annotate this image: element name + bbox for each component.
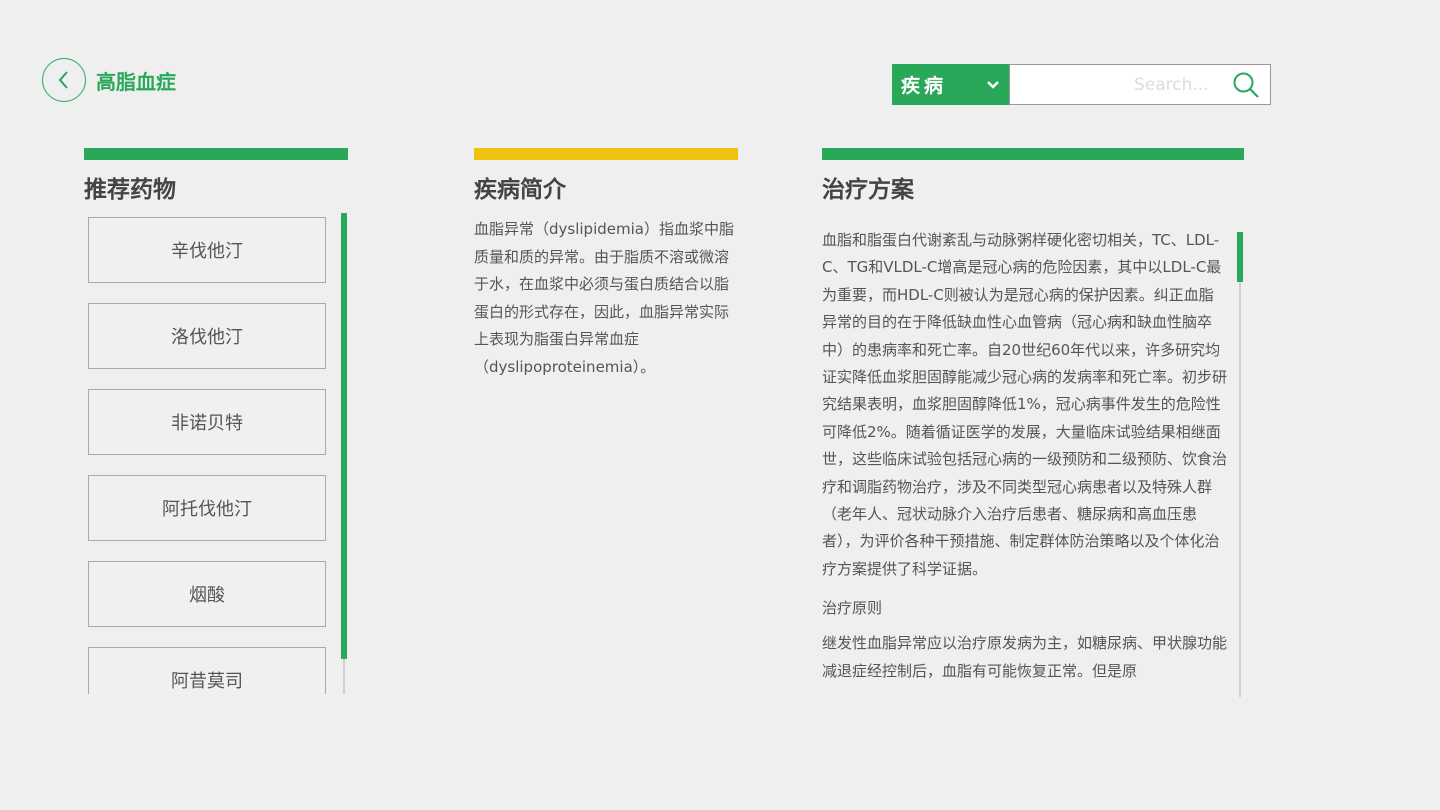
drug-item-atorvastatin[interactable]: 阿托伐他汀: [88, 475, 326, 541]
treatment-subheading: 治疗原则: [822, 599, 883, 618]
search-icon[interactable]: [1232, 71, 1260, 103]
drugs-title: 推荐药物: [84, 177, 176, 203]
page-header: 高脂血症: [42, 58, 176, 102]
intro-title: 疾病简介: [474, 177, 566, 203]
intro-text: 血脂异常（dyslipidemia）指血浆中脂质量和质的异常。由于脂质不溶或微溶…: [474, 220, 734, 376]
treatment-accent-bar: [822, 148, 1244, 160]
chevron-left-icon: [58, 71, 68, 89]
drug-list: 辛伐他汀 洛伐他汀 非诺贝特 阿托伐他汀 烟酸 阿昔莫司: [88, 217, 326, 694]
drug-item-fenofibrate[interactable]: 非诺贝特: [88, 389, 326, 455]
intro-accent-bar: [474, 148, 738, 160]
search-input[interactable]: [1010, 65, 1220, 104]
category-label: 疾病: [901, 75, 948, 97]
drug-item-niacin[interactable]: 烟酸: [88, 561, 326, 627]
page-title: 高脂血症: [96, 69, 176, 94]
search-box: [1009, 64, 1271, 105]
treatment-title: 治疗方案: [822, 177, 914, 203]
treatment-scroll-thumb[interactable]: [1237, 232, 1243, 282]
treatment-content: 血脂和脂蛋白代谢紊乱与动脉粥样硬化密切相关，TC、LDL-C、TG和VLDL-C…: [822, 227, 1227, 697]
drugs-accent-bar: [84, 148, 348, 160]
category-dropdown[interactable]: 疾病: [892, 64, 1009, 105]
back-button[interactable]: [42, 58, 86, 102]
search-bar: 疾病: [892, 64, 1271, 105]
chevron-down-icon: [986, 80, 1000, 90]
drug-item-lovastatin[interactable]: 洛伐他汀: [88, 303, 326, 369]
drug-item-simvastatin[interactable]: 辛伐他汀: [88, 217, 326, 283]
treatment-text-continued: 继发性血脂异常应以治疗原发病为主，如糖尿病、甲状腺功能减退症经控制后，血脂有可能…: [822, 634, 1227, 680]
treatment-text: 血脂和脂蛋白代谢紊乱与动脉粥样硬化密切相关，TC、LDL-C、TG和VLDL-C…: [822, 231, 1227, 578]
drug-item-acipimox[interactable]: 阿昔莫司: [88, 647, 326, 694]
drug-list-scroll-thumb[interactable]: [341, 213, 347, 659]
treatment-scrollbar[interactable]: [1239, 232, 1241, 697]
